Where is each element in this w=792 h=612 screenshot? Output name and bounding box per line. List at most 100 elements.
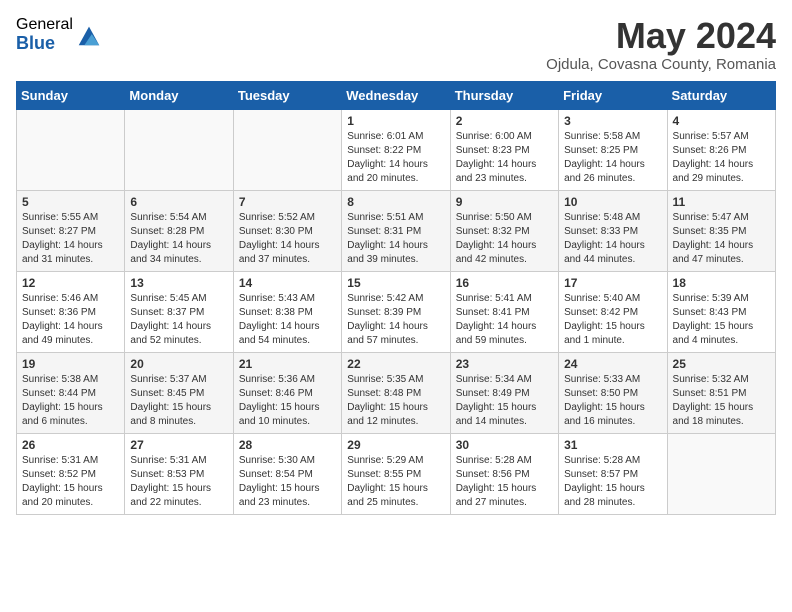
day-number: 9 [456,195,553,209]
day-number: 13 [130,276,227,290]
cell-content: Sunrise: 5:46 AM Sunset: 8:36 PM Dayligh… [22,292,119,348]
calendar-week-row: 1 Sunrise: 6:01 AM Sunset: 8:22 PM Daylig… [17,109,776,190]
cell-content: Sunrise: 5:47 AM Sunset: 8:35 PM Dayligh… [673,211,770,267]
calendar-cell: 17Sunrise: 5:40 AM Sunset: 8:42 PM Dayli… [559,271,667,352]
day-number: 2 [456,114,553,128]
cell-content: Sunrise: 5:33 AM Sunset: 8:50 PM Dayligh… [564,373,661,429]
day-number: 4 [673,114,770,128]
calendar-body: 1 Sunrise: 6:01 AM Sunset: 8:22 PM Daylig… [17,109,776,514]
day-of-week-header: Tuesday [233,81,341,109]
calendar-cell: 11 Sunrise: 5:47 AM Sunset: 8:35 PM Dayli… [667,190,775,271]
cell-content: Sunrise: 5:55 AM Sunset: 8:27 PM Dayligh… [22,211,119,267]
cell-content: Sunrise: 6:00 AM Sunset: 8:23 PM Dayligh… [456,130,553,186]
calendar-week-row: 26Sunrise: 5:31 AM Sunset: 8:52 PM Dayli… [17,433,776,514]
calendar-week-row: 5Sunrise: 5:55 AM Sunset: 8:27 PM Daylig… [17,190,776,271]
calendar-cell: 3 Sunrise: 5:58 AM Sunset: 8:25 PM Daylig… [559,109,667,190]
cell-content: Sunrise: 5:30 AM Sunset: 8:54 PM Dayligh… [239,454,336,510]
day-number: 10 [564,195,661,209]
calendar-cell: 25 Sunrise: 5:32 AM Sunset: 8:51 PM Dayli… [667,352,775,433]
month-title: May 2024 [546,16,776,56]
day-number: 16 [456,276,553,290]
cell-content: Sunrise: 5:45 AM Sunset: 8:37 PM Dayligh… [130,292,227,348]
cell-content: Sunrise: 5:52 AM Sunset: 8:30 PM Dayligh… [239,211,336,267]
day-number: 25 [673,357,770,371]
day-number: 21 [239,357,336,371]
calendar-cell: 6 Sunrise: 5:54 AM Sunset: 8:28 PM Daylig… [125,190,233,271]
calendar-cell: 5Sunrise: 5:55 AM Sunset: 8:27 PM Daylig… [17,190,125,271]
cell-content: Sunrise: 5:51 AM Sunset: 8:31 PM Dayligh… [347,211,444,267]
cell-content: Sunrise: 5:36 AM Sunset: 8:46 PM Dayligh… [239,373,336,429]
day-number: 7 [239,195,336,209]
calendar-cell: 9 Sunrise: 5:50 AM Sunset: 8:32 PM Daylig… [450,190,558,271]
cell-content: Sunrise: 5:38 AM Sunset: 8:44 PM Dayligh… [22,373,119,429]
calendar-cell: 22Sunrise: 5:35 AM Sunset: 8:48 PM Dayli… [342,352,450,433]
cell-content: Sunrise: 5:35 AM Sunset: 8:48 PM Dayligh… [347,373,444,429]
cell-content: Sunrise: 5:31 AM Sunset: 8:53 PM Dayligh… [130,454,227,510]
day-number: 30 [456,438,553,452]
calendar-cell: 15 Sunrise: 5:42 AM Sunset: 8:39 PM Dayli… [342,271,450,352]
calendar-cell: 24 Sunrise: 5:33 AM Sunset: 8:50 PM Dayli… [559,352,667,433]
logo: General Blue [16,16,103,53]
day-number: 23 [456,357,553,371]
calendar-cell: 2 Sunrise: 6:00 AM Sunset: 8:23 PM Daylig… [450,109,558,190]
calendar-table: SundayMondayTuesdayWednesdayThursdayFrid… [16,81,776,515]
calendar-cell: 12 Sunrise: 5:46 AM Sunset: 8:36 PM Dayli… [17,271,125,352]
title-block: May 2024 Ojdula, Covasna County, Romania [546,16,776,73]
day-number: 1 [347,114,444,128]
day-number: 12 [22,276,119,290]
logo-text: General Blue [16,16,73,53]
day-number: 29 [347,438,444,452]
calendar-cell: 1 Sunrise: 6:01 AM Sunset: 8:22 PM Daylig… [342,109,450,190]
cell-content: Sunrise: 5:54 AM Sunset: 8:28 PM Dayligh… [130,211,227,267]
calendar-cell: 20 Sunrise: 5:37 AM Sunset: 8:45 PM Dayli… [125,352,233,433]
day-of-week-header: Wednesday [342,81,450,109]
day-of-week-header: Saturday [667,81,775,109]
day-number: 24 [564,357,661,371]
calendar-cell [17,109,125,190]
cell-content: Sunrise: 5:37 AM Sunset: 8:45 PM Dayligh… [130,373,227,429]
cell-content: Sunrise: 5:42 AM Sunset: 8:39 PM Dayligh… [347,292,444,348]
logo-icon [75,21,103,49]
day-number: 11 [673,195,770,209]
calendar-cell: 18 Sunrise: 5:39 AM Sunset: 8:43 PM Dayli… [667,271,775,352]
day-number: 8 [347,195,444,209]
calendar-cell: 21 Sunrise: 5:36 AM Sunset: 8:46 PM Dayli… [233,352,341,433]
calendar-cell: 14 Sunrise: 5:43 AM Sunset: 8:38 PM Dayli… [233,271,341,352]
day-of-week-header: Thursday [450,81,558,109]
day-number: 15 [347,276,444,290]
cell-content: Sunrise: 5:28 AM Sunset: 8:57 PM Dayligh… [564,454,661,510]
day-number: 20 [130,357,227,371]
calendar-cell: 4Sunrise: 5:57 AM Sunset: 8:26 PM Daylig… [667,109,775,190]
cell-content: Sunrise: 5:28 AM Sunset: 8:56 PM Dayligh… [456,454,553,510]
cell-content: Sunrise: 5:39 AM Sunset: 8:43 PM Dayligh… [673,292,770,348]
day-number: 14 [239,276,336,290]
calendar-cell: 13 Sunrise: 5:45 AM Sunset: 8:37 PM Dayli… [125,271,233,352]
calendar-week-row: 12 Sunrise: 5:46 AM Sunset: 8:36 PM Dayli… [17,271,776,352]
cell-content: Sunrise: 6:01 AM Sunset: 8:22 PM Dayligh… [347,130,444,186]
day-number: 17 [564,276,661,290]
calendar-cell: 8 Sunrise: 5:51 AM Sunset: 8:31 PM Daylig… [342,190,450,271]
calendar-cell: 28Sunrise: 5:30 AM Sunset: 8:54 PM Dayli… [233,433,341,514]
cell-content: Sunrise: 5:32 AM Sunset: 8:51 PM Dayligh… [673,373,770,429]
day-number: 31 [564,438,661,452]
calendar-cell: 30 Sunrise: 5:28 AM Sunset: 8:56 PM Dayli… [450,433,558,514]
cell-content: Sunrise: 5:50 AM Sunset: 8:32 PM Dayligh… [456,211,553,267]
page-header: General Blue May 2024 Ojdula, Covasna Co… [16,16,776,73]
cell-content: Sunrise: 5:48 AM Sunset: 8:33 PM Dayligh… [564,211,661,267]
cell-content: Sunrise: 5:41 AM Sunset: 8:41 PM Dayligh… [456,292,553,348]
calendar-cell [667,433,775,514]
calendar-cell: 26Sunrise: 5:31 AM Sunset: 8:52 PM Dayli… [17,433,125,514]
cell-content: Sunrise: 5:58 AM Sunset: 8:25 PM Dayligh… [564,130,661,186]
calendar-cell: 16 Sunrise: 5:41 AM Sunset: 8:41 PM Dayli… [450,271,558,352]
day-number: 18 [673,276,770,290]
day-number: 6 [130,195,227,209]
calendar-cell: 29Sunrise: 5:29 AM Sunset: 8:55 PM Dayli… [342,433,450,514]
calendar-header: SundayMondayTuesdayWednesdayThursdayFrid… [17,81,776,109]
calendar-cell [125,109,233,190]
logo-blue: Blue [16,34,73,54]
day-number: 3 [564,114,661,128]
calendar-cell: 10 Sunrise: 5:48 AM Sunset: 8:33 PM Dayli… [559,190,667,271]
cell-content: Sunrise: 5:43 AM Sunset: 8:38 PM Dayligh… [239,292,336,348]
calendar-cell: 27Sunrise: 5:31 AM Sunset: 8:53 PM Dayli… [125,433,233,514]
cell-content: Sunrise: 5:31 AM Sunset: 8:52 PM Dayligh… [22,454,119,510]
